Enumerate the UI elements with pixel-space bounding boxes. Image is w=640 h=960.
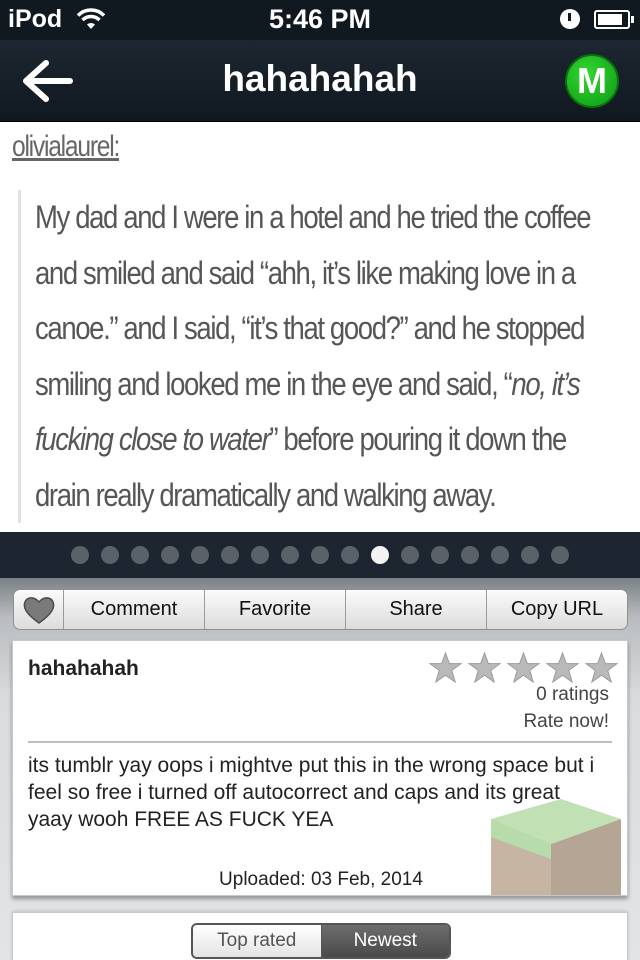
star-icon[interactable]: [429, 651, 462, 684]
sort-newest-button[interactable]: Newest: [321, 925, 449, 957]
share-button[interactable]: Share: [346, 590, 487, 629]
battery-icon: [594, 10, 634, 29]
page-dot[interactable]: [401, 546, 419, 564]
page-dot[interactable]: [101, 546, 119, 564]
app-logo-button[interactable]: M: [565, 54, 619, 108]
page-dot[interactable]: [221, 546, 239, 564]
divider: [28, 741, 612, 743]
star-icon[interactable]: [585, 651, 618, 684]
page-dot[interactable]: [341, 546, 359, 564]
details-panel: Comment Favorite Share Copy URL hahahaha…: [0, 578, 640, 960]
back-arrow-icon[interactable]: [20, 58, 74, 104]
post-quote: My dad and I were in a hotel and he trie…: [18, 190, 622, 523]
post-quote-text: My dad and I were in a hotel and he trie…: [35, 190, 620, 523]
star-icon[interactable]: [507, 651, 540, 684]
post-description: its tumblr yay oops i mightve put this i…: [28, 754, 595, 831]
rotation-lock-icon: [560, 9, 580, 29]
details-card: hahahahah 0 ratings Rate now! its tumblr…: [12, 640, 628, 896]
status-time: 5:46 PM: [268, 4, 372, 34]
page-dot[interactable]: [311, 546, 329, 564]
favorite-button[interactable]: Favorite: [205, 590, 346, 629]
page-dot[interactable]: [551, 546, 569, 564]
page-dot[interactable]: [461, 546, 479, 564]
action-bar: Comment Favorite Share Copy URL: [13, 589, 628, 630]
page-dot[interactable]: [491, 546, 509, 564]
page-dot[interactable]: [521, 546, 539, 564]
page-dot[interactable]: [161, 546, 179, 564]
page-dot[interactable]: [371, 546, 389, 564]
rating-stars[interactable]: [429, 651, 618, 684]
status-bar: iPod 5:46 PM: [0, 0, 640, 40]
star-icon[interactable]: [546, 651, 579, 684]
page-dot[interactable]: [131, 546, 149, 564]
ratings-count: 0 ratings: [536, 684, 609, 705]
upload-date: Uploaded: 03 Feb, 2014: [219, 869, 423, 890]
post-title: hahahahah: [28, 657, 139, 680]
sort-segmented-control: Top rated Newest: [191, 923, 451, 959]
sort-top-rated-button[interactable]: Top rated: [193, 925, 322, 957]
page-title: hahahahah: [222, 58, 418, 99]
page-dot[interactable]: [281, 546, 299, 564]
page-dot[interactable]: [251, 546, 269, 564]
comments-card: Top rated Newest: [12, 912, 628, 960]
rate-now-link[interactable]: Rate now!: [523, 711, 609, 733]
page-indicator[interactable]: [0, 532, 640, 578]
page-dot[interactable]: [431, 546, 449, 564]
star-icon[interactable]: [468, 651, 501, 684]
post-image[interactable]: olivialaurel: My dad and I were in a hot…: [0, 122, 640, 532]
page-dot[interactable]: [71, 546, 89, 564]
heart-icon: [23, 596, 54, 624]
navigation-bar: hahahahah M: [0, 40, 640, 122]
page-dot[interactable]: [191, 546, 209, 564]
comment-button[interactable]: Comment: [64, 590, 205, 629]
post-username: olivialaurel:: [12, 130, 120, 163]
copy-url-button[interactable]: Copy URL: [487, 590, 627, 629]
like-button[interactable]: [14, 590, 64, 629]
quote-text-start: My dad and I were in a hotel and he trie…: [35, 199, 592, 402]
